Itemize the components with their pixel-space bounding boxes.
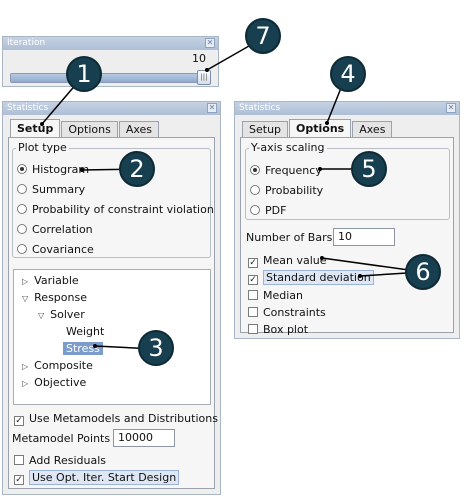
- callout-1: 1: [66, 56, 102, 92]
- callout-6: 6: [405, 254, 441, 290]
- callout-3: 3: [138, 330, 174, 366]
- callout-7: 7: [245, 18, 281, 54]
- callout-2: 2: [119, 151, 155, 187]
- callout-4: 4: [330, 56, 366, 92]
- callout-5: 5: [351, 151, 387, 187]
